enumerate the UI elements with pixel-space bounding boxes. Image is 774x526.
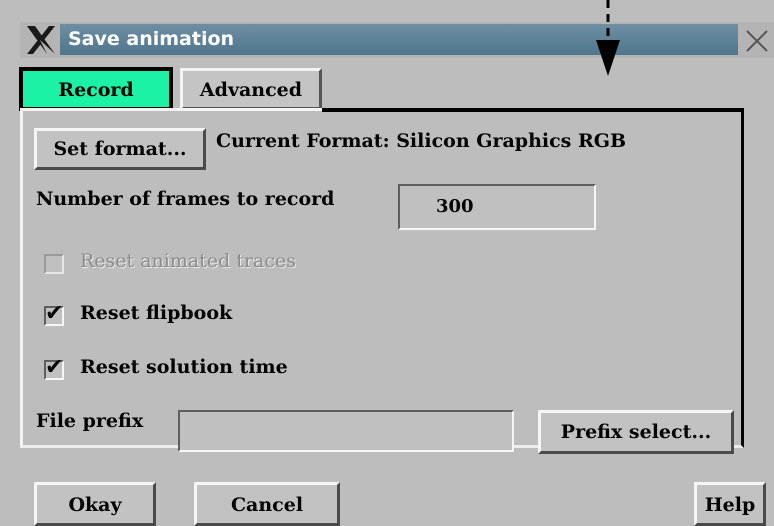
frames-field[interactable]: 300 <box>398 184 596 230</box>
current-format-text: Current Format: Silicon Graphics RGB <box>216 130 627 152</box>
reset-traces-checkbox[interactable] <box>44 254 64 274</box>
prefix-select-button[interactable]: Prefix select... <box>538 410 734 454</box>
checkmark-icon: ✔ <box>45 355 64 380</box>
reset-flipbook-checkbox[interactable]: ✔ <box>44 301 64 326</box>
reset-traces-label: Reset animated traces <box>80 250 296 272</box>
file-prefix-field[interactable] <box>178 410 514 452</box>
close-icon[interactable] <box>742 26 772 56</box>
down-arrow-icon <box>590 0 626 80</box>
file-prefix-label: File prefix <box>36 410 144 432</box>
checkmark-icon: ✔ <box>45 301 64 326</box>
x-logo-icon[interactable] <box>24 24 58 56</box>
reset-solution-time-checkbox[interactable]: ✔ <box>44 355 64 380</box>
set-format-button[interactable]: Set format... <box>34 128 206 170</box>
panel-divider <box>322 108 744 112</box>
tab-record[interactable]: Record <box>19 67 173 111</box>
cancel-button[interactable]: Cancel <box>194 482 340 526</box>
tab-advanced[interactable]: Advanced <box>180 68 322 110</box>
help-button[interactable]: Help <box>694 482 766 526</box>
frames-label: Number of frames to record <box>36 188 335 210</box>
reset-flipbook-label: Reset flipbook <box>80 302 233 324</box>
reset-solution-time-label: Reset solution time <box>80 356 288 378</box>
window-title: Save animation <box>60 24 738 55</box>
okay-button[interactable]: Okay <box>34 482 156 526</box>
